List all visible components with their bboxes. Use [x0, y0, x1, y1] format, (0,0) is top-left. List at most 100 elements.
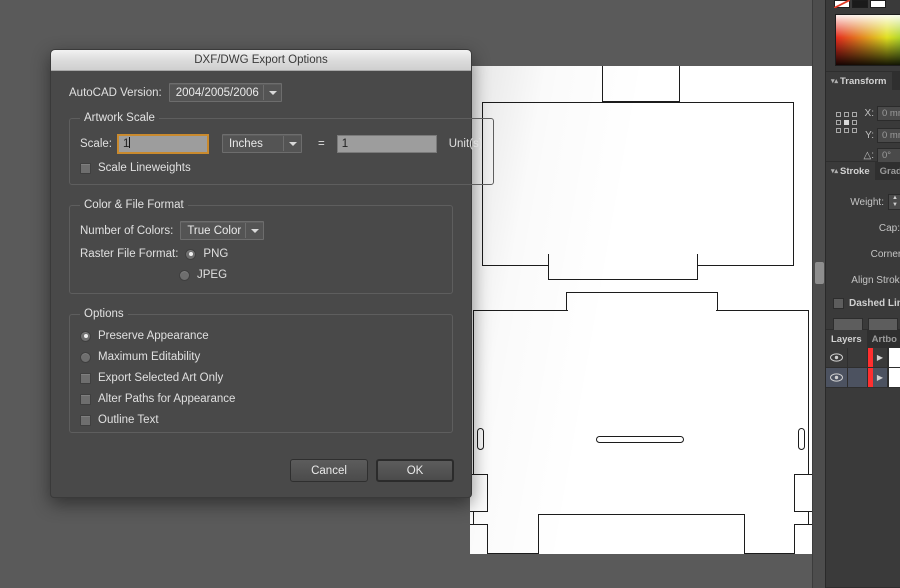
artwork-tab-bottom-left-2: [470, 524, 488, 554]
raster-file-format-label: Raster File Format:: [80, 248, 179, 260]
scale-row: Scale: 1 Inches = 1 Unit(s): [80, 133, 483, 154]
artboards-tab-label: Artbo: [871, 333, 897, 345]
autocad-version-select[interactable]: 2004/2005/2006: [168, 83, 282, 102]
dashed-line-option[interactable]: Dashed Line: [833, 298, 900, 309]
option-maximum-editability[interactable]: Maximum Editability: [80, 351, 442, 363]
chevron-right-icon[interactable]: ▶: [873, 368, 888, 387]
transform-tabbar[interactable]: ▾▴ Transform: [826, 72, 900, 90]
number-of-colors-select[interactable]: True Color: [180, 221, 265, 240]
scrollbar-thumb[interactable]: [815, 262, 824, 284]
layers-tabbar[interactable]: Layers Artbo: [826, 330, 900, 348]
dialog-button-bar: Cancel OK: [290, 459, 454, 482]
raster-png-radio[interactable]: [185, 248, 197, 260]
ratio-input[interactable]: 1: [336, 134, 437, 153]
reference-point-icon[interactable]: [836, 112, 858, 134]
none-swatch-icon[interactable]: [834, 0, 850, 8]
stroke-weight-stepper[interactable]: ▲ ▼: [888, 194, 900, 210]
alter-paths-for-appearance-label: Alter Paths for Appearance: [98, 393, 236, 405]
layer-target-cell[interactable]: [848, 348, 868, 367]
stroke-corner-label: Corner:: [870, 248, 900, 260]
layer-target-cell[interactable]: [848, 368, 868, 387]
number-of-colors-row: Number of Colors: True Color: [80, 221, 442, 240]
artwork-bottom-tab: [538, 514, 745, 554]
layer-thumbnail: [888, 368, 900, 387]
select-separator: [282, 136, 284, 151]
artwork-center-slot: [596, 436, 684, 443]
preserve-appearance-label: Preserve Appearance: [98, 330, 209, 342]
tab-gradient[interactable]: Grad: [874, 162, 900, 180]
scale-unit-select[interactable]: Inches: [221, 134, 302, 153]
artwork-upper-notch-mask: [550, 252, 696, 257]
autocad-version-row: AutoCAD Version: 2004/2005/2006: [69, 83, 453, 102]
stroke-corner-row: Corner:: [871, 246, 900, 262]
tab-artboards[interactable]: Artbo: [866, 330, 900, 348]
dialog-title: DXF/DWG Export Options: [194, 54, 328, 66]
chevron-up-icon: ▲: [892, 195, 898, 201]
gradient-tab-label: Grad: [879, 165, 900, 177]
chevron-right-icon[interactable]: ▶: [873, 348, 888, 367]
eye-icon[interactable]: [826, 368, 848, 387]
transform-x-input[interactable]: 0 mm: [877, 106, 900, 121]
scale-lineweights-checkbox[interactable]: [80, 162, 91, 174]
stroke-body: Weight: ▲ ▼ Cap: Corner: Align Stroke:: [826, 180, 900, 335]
transform-angle-label: △:: [863, 150, 874, 161]
dashed-line-label: Dashed Line: [849, 298, 900, 309]
select-separator: [245, 223, 247, 238]
option-preserve-appearance[interactable]: Preserve Appearance: [80, 330, 442, 342]
eye-glyph: [830, 373, 843, 382]
transform-tab-label: Transform: [840, 75, 887, 87]
layers-panel: Layers Artbo ▶ ▶: [826, 330, 900, 588]
options-group: Options Preserve Appearance Maximum Edit…: [69, 308, 453, 433]
white-swatch-icon[interactable]: [870, 0, 886, 8]
options-legend: Options: [84, 308, 124, 320]
illustrator-window: ▾▴ Transform X: 0 mm: [0, 0, 900, 588]
stroke-tabbar[interactable]: ▾▴ Stroke Grad: [826, 162, 900, 180]
transform-x-label: X:: [864, 108, 874, 119]
transform-y-input[interactable]: 0 mm: [877, 128, 900, 143]
preserve-appearance-radio[interactable]: [80, 330, 91, 342]
transform-angle-input[interactable]: 0°: [877, 148, 900, 163]
tab-transform[interactable]: ▾▴ Transform: [826, 72, 892, 90]
stroke-weight-label: Weight:: [850, 196, 884, 208]
scale-input[interactable]: 1: [116, 133, 209, 154]
collapse-arrows-icon: ▾▴: [831, 77, 839, 85]
eye-icon[interactable]: [826, 348, 848, 367]
layer-row[interactable]: ▶: [826, 368, 900, 388]
artwork-upper-notch: [548, 254, 698, 280]
color-file-format-group: Color & File Format Number of Colors: Tr…: [69, 199, 453, 294]
number-of-colors-value: True Color: [187, 224, 242, 237]
color-panel[interactable]: [826, 0, 900, 72]
export-selected-art-only-label: Export Selected Art Only: [98, 372, 224, 384]
stroke-align-row: Align Stroke:: [851, 272, 900, 288]
raster-format-row-jpeg: JPEG: [80, 269, 442, 281]
units-label: Unit(s): [448, 137, 483, 150]
dashed-line-checkbox[interactable]: [833, 298, 844, 309]
ok-button[interactable]: OK: [376, 459, 454, 482]
autocad-version-value: 2004/2005/2006: [175, 86, 259, 99]
option-export-selected-art-only[interactable]: Export Selected Art Only: [80, 372, 442, 384]
outline-text-checkbox[interactable]: [80, 414, 91, 426]
equals-label: =: [317, 137, 325, 150]
option-outline-text[interactable]: Outline Text: [80, 414, 442, 426]
chevron-down-icon: [288, 141, 297, 146]
raster-jpeg-radio[interactable]: [179, 269, 190, 281]
tab-layers[interactable]: Layers: [826, 330, 867, 348]
maximum-editability-radio[interactable]: [80, 351, 91, 363]
option-alter-paths-for-appearance[interactable]: Alter Paths for Appearance: [80, 393, 442, 405]
canvas-vertical-scrollbar[interactable]: [812, 0, 825, 588]
tab-stroke[interactable]: ▾▴ Stroke: [826, 162, 875, 180]
layer-thumbnail: [888, 348, 900, 367]
raster-format-row-png: Raster File Format: PNG: [80, 248, 442, 260]
color-spectrum-ramp[interactable]: [835, 14, 900, 66]
color-file-format-legend: Color & File Format: [84, 199, 184, 211]
dxf-dwg-export-options-dialog: DXF/DWG Export Options AutoCAD Version: …: [50, 49, 494, 498]
layer-row[interactable]: ▶: [826, 348, 900, 368]
stroke-weight-row: Weight: ▲ ▼: [850, 194, 900, 210]
cancel-button[interactable]: Cancel: [290, 459, 368, 482]
scale-lineweights-option[interactable]: Scale Lineweights: [80, 162, 483, 174]
black-swatch-icon[interactable]: [852, 0, 868, 8]
raster-png-label: PNG: [203, 248, 229, 260]
export-selected-art-only-checkbox[interactable]: [80, 372, 91, 384]
artboard-artwork[interactable]: [470, 66, 812, 554]
alter-paths-for-appearance-checkbox[interactable]: [80, 393, 91, 405]
